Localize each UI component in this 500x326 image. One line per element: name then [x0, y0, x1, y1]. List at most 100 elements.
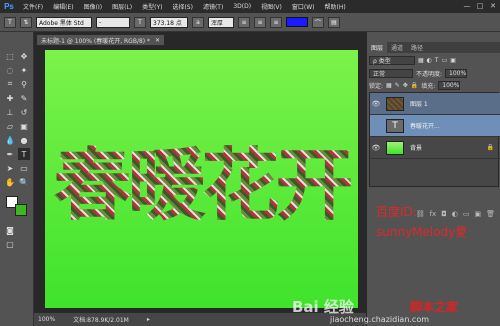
- visibility-eye-icon[interactable]: 👁: [370, 144, 382, 152]
- magic-wand-icon[interactable]: ✦: [18, 64, 30, 76]
- maximize-button[interactable]: □: [475, 1, 485, 11]
- shape-tool-icon[interactable]: ▭: [18, 162, 30, 174]
- filter-pixel-icon[interactable]: ▦: [418, 57, 424, 64]
- trash-icon[interactable]: 🗑: [486, 210, 495, 218]
- fx-icon[interactable]: fx: [430, 210, 437, 218]
- lock-move-icon[interactable]: ✥: [403, 82, 408, 89]
- menu-3d[interactable]: 3D(D): [228, 3, 256, 10]
- fill-label: 填充:: [421, 83, 436, 90]
- annotation-line2: sunnyMelody夏: [376, 225, 468, 239]
- orientation-icon[interactable]: ⇅: [20, 16, 32, 28]
- hand-tool-icon[interactable]: ✋: [4, 176, 16, 188]
- font-family-select[interactable]: Adobe 黑体 Std: [36, 16, 92, 28]
- new-layer-icon[interactable]: ▣: [474, 210, 481, 218]
- right-dock: 图层 通道 路径 ρ 类型 ▦ ◐ T ▭ ▣ 正常 不透明度: 100% 锁定…: [366, 32, 500, 326]
- gradient-tool-icon[interactable]: ▣: [18, 120, 30, 132]
- canvas-text: 春暖花开: [45, 50, 358, 308]
- menu-view[interactable]: 视图(V): [256, 2, 287, 11]
- canvas[interactable]: 春暖花开: [45, 50, 358, 308]
- fill-field[interactable]: 100%: [438, 81, 461, 90]
- dodge-tool-icon[interactable]: ●: [18, 134, 30, 146]
- document-tab[interactable]: 未标题-1 @ 100% (春暖花开, RGB/8) * ✕: [36, 34, 166, 46]
- filter-row: ρ 类型 ▦ ◐ T ▭ ▣: [369, 55, 456, 66]
- background-color-swatch[interactable]: [15, 204, 27, 216]
- zoom-tool-icon[interactable]: 🔍: [18, 176, 30, 188]
- layer-name: 背景: [410, 145, 423, 152]
- add-mask-icon[interactable]: ◘: [441, 210, 447, 218]
- tab-channels[interactable]: 通道: [387, 42, 407, 53]
- history-brush-icon[interactable]: ↺: [18, 106, 30, 118]
- clone-stamp-icon[interactable]: ⊥: [4, 106, 16, 118]
- layer-row-background[interactable]: 👁 背景 🔒: [370, 137, 500, 159]
- menu-select[interactable]: 选择(S): [167, 2, 198, 11]
- layer-thumbnail: [386, 140, 404, 155]
- status-arrow-icon[interactable]: ▸: [147, 316, 150, 323]
- menu-filter[interactable]: 滤镜(T): [198, 2, 228, 11]
- move-tool-icon[interactable]: ✥: [18, 50, 30, 62]
- close-button[interactable]: ✕: [488, 1, 498, 11]
- lock-icon: 🔒: [486, 144, 494, 151]
- menu-bar: Ps 文件(F) 编辑(E) 图像(I) 图层(L) 类型(Y) 选择(S) 滤…: [0, 0, 500, 13]
- panel-tabs: 图层 通道 路径: [367, 42, 500, 53]
- menu-layer[interactable]: 图层(L): [107, 2, 137, 11]
- annotation-line1: 百度ID:: [376, 205, 417, 219]
- lock-row: 锁定: ▦ ✎ ✥ 🔒 填充: 100%: [369, 80, 461, 91]
- zoom-level[interactable]: 100%: [38, 316, 55, 323]
- close-tab-icon[interactable]: ✕: [155, 37, 160, 44]
- brush-tool-icon[interactable]: ✎: [18, 92, 30, 104]
- align-left-icon[interactable]: ≡: [238, 16, 250, 28]
- visibility-eye-icon[interactable]: 👁: [370, 100, 382, 108]
- layer-row-text[interactable]: T 春暖花开...: [370, 115, 500, 137]
- screen-mode-icon[interactable]: ▢: [4, 238, 16, 250]
- crop-tool-icon[interactable]: ⌗: [4, 78, 16, 90]
- tab-paths[interactable]: 路径: [407, 42, 427, 53]
- lock-paint-icon[interactable]: ✎: [395, 82, 400, 89]
- layer-name: 图层 1: [410, 101, 428, 108]
- site-watermark: jiaocheng.chazidian.com: [330, 315, 430, 324]
- baidu-watermark: Bai 经验: [292, 298, 354, 316]
- filter-shape-icon[interactable]: ▭: [442, 57, 448, 64]
- quick-mask-icon[interactable]: ◙: [4, 224, 16, 236]
- adjustment-icon[interactable]: ◐: [452, 210, 458, 218]
- blur-tool-icon[interactable]: 💧: [4, 134, 16, 146]
- font-size-field[interactable]: 373.18 点: [150, 16, 188, 28]
- filter-smart-icon[interactable]: ▣: [450, 57, 456, 64]
- align-right-icon[interactable]: ≡: [270, 16, 282, 28]
- link-layers-icon[interactable]: ⛓: [416, 210, 425, 218]
- opacity-field[interactable]: 100%: [445, 69, 468, 78]
- type-tool-active-icon[interactable]: T: [18, 148, 30, 160]
- lasso-tool-icon[interactable]: ◌: [4, 64, 16, 76]
- group-icon[interactable]: ▭: [463, 210, 470, 218]
- font-style-select[interactable]: -: [96, 16, 130, 28]
- marquee-tool-icon[interactable]: ⬚: [4, 50, 16, 62]
- filter-type-icon[interactable]: T: [435, 57, 439, 64]
- eyedropper-icon[interactable]: ⚲: [18, 78, 30, 90]
- pen-tool-icon[interactable]: ✒: [4, 148, 16, 160]
- text-layer-thumbnail: T: [386, 118, 404, 133]
- blend-mode-select[interactable]: 正常: [369, 69, 413, 78]
- layer-row-1[interactable]: 👁 图层 1: [370, 93, 500, 115]
- menu-help[interactable]: 帮助(H): [320, 2, 351, 11]
- minimize-button[interactable]: —: [462, 1, 472, 11]
- menu-type[interactable]: 类型(Y): [137, 2, 167, 11]
- menu-window[interactable]: 窗口(W): [287, 2, 320, 11]
- character-panel-icon[interactable]: ▤: [328, 16, 340, 28]
- tab-layers[interactable]: 图层: [367, 42, 388, 53]
- layer-filter-select[interactable]: ρ 类型: [369, 56, 415, 65]
- eraser-icon[interactable]: ▱: [4, 120, 16, 132]
- photoshop-logo: Ps: [4, 2, 14, 11]
- text-color-swatch[interactable]: [286, 17, 308, 27]
- menu-edit[interactable]: 编辑(E): [48, 2, 78, 11]
- healing-brush-icon[interactable]: ✚: [4, 92, 16, 104]
- type-tool-icon[interactable]: T: [4, 16, 16, 28]
- lock-pixels-icon[interactable]: ▦: [386, 82, 392, 89]
- menu-file[interactable]: 文件(F): [18, 2, 48, 11]
- filter-adjust-icon[interactable]: ◐: [427, 57, 432, 64]
- align-center-icon[interactable]: ≡: [254, 16, 266, 28]
- path-select-icon[interactable]: ➤: [4, 162, 16, 174]
- layer-name: 春暖花开...: [410, 123, 440, 130]
- warp-text-icon[interactable]: ⌒: [312, 16, 324, 28]
- antialias-select[interactable]: 浑厚: [208, 16, 234, 28]
- lock-all-icon[interactable]: 🔒: [411, 82, 418, 89]
- menu-image[interactable]: 图像(I): [79, 2, 107, 11]
